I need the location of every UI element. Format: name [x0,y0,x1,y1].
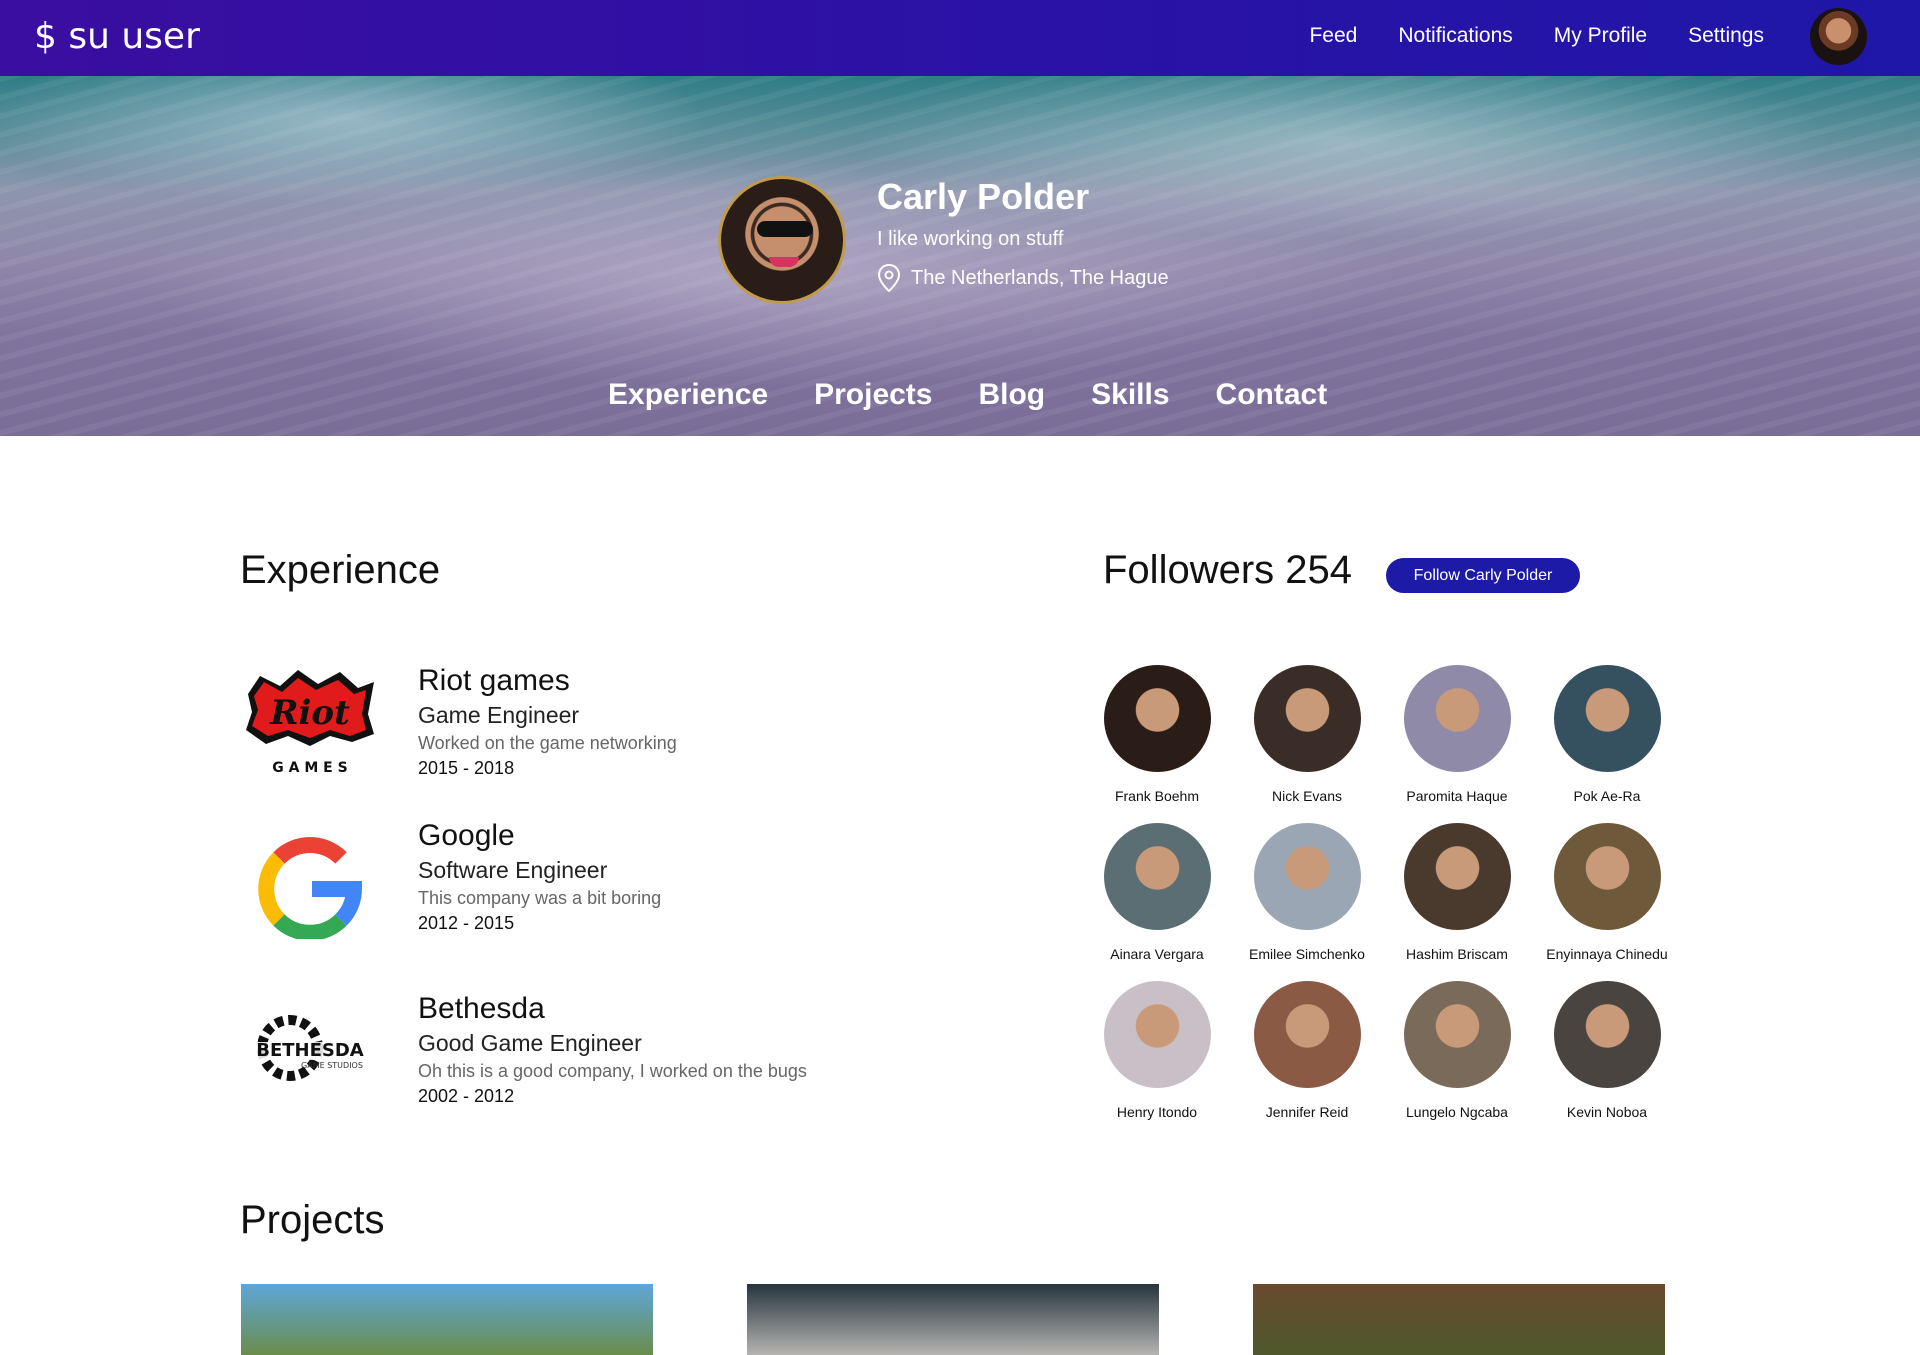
svg-text:BETHESDA: BETHESDA [256,1040,364,1061]
tab-experience[interactable]: Experience [608,378,768,412]
experience-description: This company was a bit boring [418,888,662,908]
tab-blog[interactable]: Blog [978,378,1045,412]
follower-card[interactable]: Hashim Briscam [1382,823,1532,962]
riot-games-logo: Riot G A M E S [246,670,374,776]
follower-name: Kevin Noboa [1566,1104,1648,1120]
follower-card[interactable]: Ainara Vergara [1082,823,1232,962]
follower-avatar[interactable] [1103,823,1211,930]
project-thumbnail[interactable] [1253,1284,1665,1355]
follower-avatar[interactable] [1253,665,1361,772]
follower-avatar[interactable] [1403,823,1511,930]
follower-card[interactable]: Lungelo Ngcaba [1382,981,1532,1120]
tab-contact[interactable]: Contact [1216,378,1328,412]
experience-item: Google Software Engineer This company wa… [240,819,880,959]
google-logo [258,837,363,939]
tab-projects[interactable]: Projects [814,378,932,412]
profile-name: Carly Polder [877,176,1090,217]
profile-tabs: Experience Projects Blog Skills Contact [608,378,1327,412]
follower-avatar[interactable] [1553,981,1661,1088]
follower-card[interactable]: Frank Boehm [1082,665,1232,804]
follower-name: Frank Boehm [1114,788,1200,804]
followers-heading: Followers 254 [1103,548,1353,592]
follower-avatar[interactable] [1553,823,1661,930]
follower-card[interactable]: Pok Ae-Ra [1532,665,1682,804]
follower-avatar[interactable] [1553,665,1661,772]
follower-card[interactable]: Kevin Noboa [1532,981,1682,1120]
experience-role: Software Engineer [418,857,608,883]
follow-button[interactable]: Follow Carly Polder [1386,558,1580,593]
follower-avatar[interactable] [1103,981,1211,1088]
profile-location: The Netherlands, The Hague [877,264,1169,292]
follower-name: Enyinnaya Chinedu [1546,946,1668,962]
experience-company: Google [418,819,515,852]
experience-company: Riot games [418,664,570,697]
nav-notifications[interactable]: Notifications [1398,24,1512,48]
project-thumbnail[interactable] [241,1284,653,1355]
follower-avatar[interactable] [1403,665,1511,772]
follower-name: Hashim Briscam [1406,946,1508,962]
experience-heading: Experience [240,548,441,592]
profile-bio: I like working on stuff [877,228,1064,250]
follower-name: Pok Ae-Ra [1573,788,1641,804]
user-avatar[interactable] [1810,8,1867,65]
experience-item: BETHESDA GAME STUDIOS Bethesda Good Game… [240,992,880,1132]
brand-logo[interactable]: $ su user [34,16,200,57]
follower-name: Ainara Vergara [1110,946,1204,962]
experience-role: Game Engineer [418,702,580,728]
follower-name: Paromita Haque [1406,788,1508,804]
experience-role: Good Game Engineer [418,1030,642,1056]
bethesda-logo: BETHESDA GAME STUDIOS [240,1015,380,1081]
follower-avatar[interactable] [1253,981,1361,1088]
location-pin-icon [877,264,901,292]
experience-item: Riot G A M E S Riot games Game Engineer … [240,664,880,804]
follower-name: Emilee Simchenko [1249,946,1365,962]
follower-card[interactable]: Nick Evans [1232,665,1382,804]
follower-card[interactable]: Jennifer Reid [1232,981,1382,1120]
follower-card[interactable]: Henry Itondo [1082,981,1232,1120]
projects-heading: Projects [240,1198,385,1242]
follower-avatar[interactable] [1253,823,1361,930]
follower-card[interactable]: Paromita Haque [1382,665,1532,804]
svg-text:G A M E S: G A M E S [272,760,347,776]
follower-name: Henry Itondo [1116,1104,1198,1120]
tab-skills[interactable]: Skills [1091,378,1169,412]
follower-avatar[interactable] [1103,665,1211,772]
top-navbar: $ su user Feed Notifications My Profile … [0,0,1920,76]
nav-my-profile[interactable]: My Profile [1554,24,1647,48]
follower-card[interactable]: Emilee Simchenko [1232,823,1382,962]
nav-settings[interactable]: Settings [1688,24,1764,48]
main-nav: Feed Notifications My Profile Settings [1309,24,1764,48]
profile-location-text: The Netherlands, The Hague [911,266,1169,289]
svg-text:Riot: Riot [269,693,350,733]
follower-card[interactable]: Enyinnaya Chinedu [1532,823,1682,962]
profile-avatar [718,176,846,304]
follower-name: Nick Evans [1271,788,1343,804]
nav-feed[interactable]: Feed [1309,24,1357,48]
experience-description: Oh this is a good company, I worked on t… [418,1061,807,1081]
experience-years: 2015 - 2018 [418,758,515,778]
follower-avatar[interactable] [1403,981,1511,1088]
experience-years: 2012 - 2015 [418,913,515,933]
experience-description: Worked on the game networking [418,733,677,753]
project-thumbnail[interactable] [747,1284,1159,1355]
experience-years: 2002 - 2012 [418,1086,515,1106]
svg-text:GAME STUDIOS: GAME STUDIOS [301,1061,363,1070]
experience-company: Bethesda [418,992,545,1025]
profile-hero: Carly Polder I like working on stuff The… [0,76,1920,436]
follower-name: Jennifer Reid [1265,1104,1349,1120]
follower-name: Lungelo Ngcaba [1406,1104,1508,1120]
